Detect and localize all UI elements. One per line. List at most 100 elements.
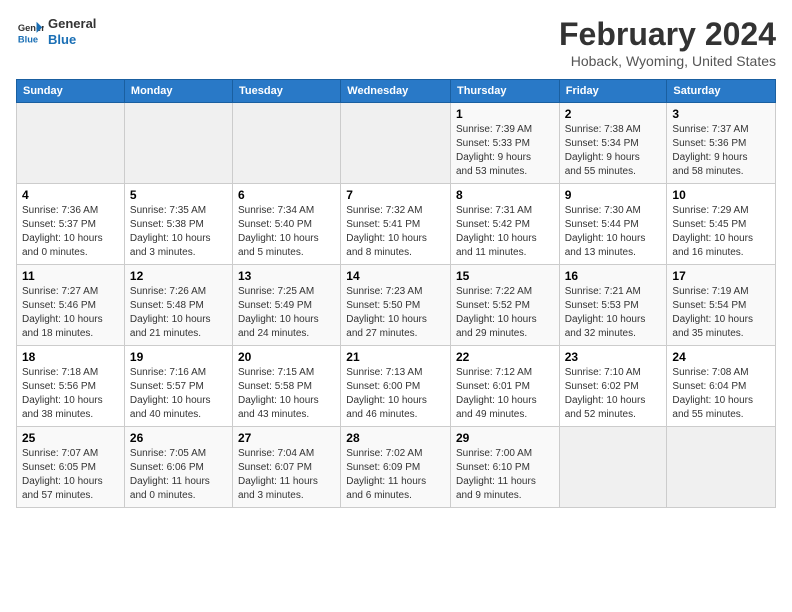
calendar-cell: 11Sunrise: 7:27 AM Sunset: 5:46 PM Dayli…: [17, 265, 125, 346]
header-thursday: Thursday: [450, 80, 559, 103]
day-number: 22: [456, 350, 554, 364]
cell-content: Sunrise: 7:30 AM Sunset: 5:44 PM Dayligh…: [565, 204, 662, 260]
cell-content: Sunrise: 7:32 AM Sunset: 5:41 PM Dayligh…: [346, 204, 445, 260]
cell-content: Sunrise: 7:18 AM Sunset: 5:56 PM Dayligh…: [22, 366, 119, 422]
month-title: February 2024: [559, 16, 776, 53]
day-number: 19: [130, 350, 227, 364]
cell-content: Sunrise: 7:35 AM Sunset: 5:38 PM Dayligh…: [130, 204, 227, 260]
svg-text:Blue: Blue: [18, 34, 38, 44]
cell-content: Sunrise: 7:23 AM Sunset: 5:50 PM Dayligh…: [346, 285, 445, 341]
calendar-cell: [667, 427, 776, 508]
calendar-cell: 15 Sunrise: 7:22 AM Sunset: 5:52 PM Dayli…: [450, 265, 559, 346]
header-sunday: Sunday: [17, 80, 125, 103]
cell-content: Sunrise: 7:16 AM Sunset: 5:57 PM Dayligh…: [130, 366, 227, 422]
calendar-cell: 24Sunrise: 7:08 AM Sunset: 6:04 PM Dayli…: [667, 346, 776, 427]
header-saturday: Saturday: [667, 80, 776, 103]
calendar-cell: 14 Sunrise: 7:23 AM Sunset: 5:50 PM Dayli…: [341, 265, 451, 346]
day-number: 16: [565, 269, 662, 283]
calendar-cell: 8 Sunrise: 7:31 AM Sunset: 5:42 PM Daylig…: [450, 184, 559, 265]
calendar-cell: [341, 103, 451, 184]
logo-icon: General Blue: [16, 18, 44, 46]
cell-content: Sunrise: 7:37 AM Sunset: 5:36 PM Dayligh…: [672, 123, 770, 179]
day-number: 4: [22, 188, 119, 202]
cell-content: Sunrise: 7:19 AM Sunset: 5:54 PM Dayligh…: [672, 285, 770, 341]
day-number: 3: [672, 107, 770, 121]
cell-content: Sunrise: 7:15 AM Sunset: 5:58 PM Dayligh…: [238, 366, 335, 422]
cell-content: Sunrise: 7:29 AM Sunset: 5:45 PM Dayligh…: [672, 204, 770, 260]
day-number: 17: [672, 269, 770, 283]
cell-content: Sunrise: 7:22 AM Sunset: 5:52 PM Dayligh…: [456, 285, 554, 341]
calendar-week-3: 11Sunrise: 7:27 AM Sunset: 5:46 PM Dayli…: [17, 265, 776, 346]
day-number: 1: [456, 107, 554, 121]
day-number: 21: [346, 350, 445, 364]
calendar-cell: [233, 103, 341, 184]
calendar-cell: 28 Sunrise: 7:02 AM Sunset: 6:09 PM Dayli…: [341, 427, 451, 508]
cell-content: Sunrise: 7:12 AM Sunset: 6:01 PM Dayligh…: [456, 366, 554, 422]
day-number: 12: [130, 269, 227, 283]
cell-content: Sunrise: 7:31 AM Sunset: 5:42 PM Dayligh…: [456, 204, 554, 260]
day-number: 8: [456, 188, 554, 202]
header-monday: Monday: [124, 80, 232, 103]
calendar-cell: [17, 103, 125, 184]
day-number: 28: [346, 431, 445, 445]
day-number: 6: [238, 188, 335, 202]
calendar-cell: 1 Sunrise: 7:39 AM Sunset: 5:33 PM Daylig…: [450, 103, 559, 184]
header-wednesday: Wednesday: [341, 80, 451, 103]
calendar-cell: 26 Sunrise: 7:05 AM Sunset: 6:06 PM Dayli…: [124, 427, 232, 508]
cell-content: Sunrise: 7:27 AM Sunset: 5:46 PM Dayligh…: [22, 285, 119, 341]
calendar-cell: 4 Sunrise: 7:36 AM Sunset: 5:37 PM Daylig…: [17, 184, 125, 265]
calendar-cell: 12Sunrise: 7:26 AM Sunset: 5:48 PM Dayli…: [124, 265, 232, 346]
cell-content: Sunrise: 7:02 AM Sunset: 6:09 PM Dayligh…: [346, 447, 445, 503]
day-number: 23: [565, 350, 662, 364]
calendar-cell: 18Sunrise: 7:18 AM Sunset: 5:56 PM Dayli…: [17, 346, 125, 427]
cell-content: Sunrise: 7:04 AM Sunset: 6:07 PM Dayligh…: [238, 447, 335, 503]
logo: General Blue General Blue: [16, 16, 96, 47]
calendar-cell: 10Sunrise: 7:29 AM Sunset: 5:45 PM Dayli…: [667, 184, 776, 265]
cell-content: Sunrise: 7:39 AM Sunset: 5:33 PM Dayligh…: [456, 123, 554, 179]
calendar-cell: 20 Sunrise: 7:15 AM Sunset: 5:58 PM Dayli…: [233, 346, 341, 427]
cell-content: Sunrise: 7:05 AM Sunset: 6:06 PM Dayligh…: [130, 447, 227, 503]
calendar-week-1: 1 Sunrise: 7:39 AM Sunset: 5:33 PM Daylig…: [17, 103, 776, 184]
calendar-cell: 5 Sunrise: 7:35 AM Sunset: 5:38 PM Daylig…: [124, 184, 232, 265]
day-number: 5: [130, 188, 227, 202]
location-title: Hoback, Wyoming, United States: [559, 53, 776, 69]
day-number: 14: [346, 269, 445, 283]
cell-content: Sunrise: 7:21 AM Sunset: 5:53 PM Dayligh…: [565, 285, 662, 341]
calendar-cell: 7Sunrise: 7:32 AM Sunset: 5:41 PM Daylig…: [341, 184, 451, 265]
cell-content: Sunrise: 7:00 AM Sunset: 6:10 PM Dayligh…: [456, 447, 554, 503]
calendar-week-5: 25Sunrise: 7:07 AM Sunset: 6:05 PM Dayli…: [17, 427, 776, 508]
calendar-cell: 27 Sunrise: 7:04 AM Sunset: 6:07 PM Dayli…: [233, 427, 341, 508]
calendar-table: Sunday Monday Tuesday Wednesday Thursday…: [16, 79, 776, 508]
day-number: 20: [238, 350, 335, 364]
header-friday: Friday: [559, 80, 667, 103]
calendar-week-2: 4 Sunrise: 7:36 AM Sunset: 5:37 PM Daylig…: [17, 184, 776, 265]
cell-content: Sunrise: 7:07 AM Sunset: 6:05 PM Dayligh…: [22, 447, 119, 503]
calendar-cell: 9Sunrise: 7:30 AM Sunset: 5:44 PM Daylig…: [559, 184, 667, 265]
days-header-row: Sunday Monday Tuesday Wednesday Thursday…: [17, 80, 776, 103]
cell-content: Sunrise: 7:13 AM Sunset: 6:00 PM Dayligh…: [346, 366, 445, 422]
calendar-cell: 2 Sunrise: 7:38 AM Sunset: 5:34 PM Daylig…: [559, 103, 667, 184]
calendar-cell: 19 Sunrise: 7:16 AM Sunset: 5:57 PM Dayli…: [124, 346, 232, 427]
day-number: 27: [238, 431, 335, 445]
cell-content: Sunrise: 7:38 AM Sunset: 5:34 PM Dayligh…: [565, 123, 662, 179]
page-header: General Blue General Blue February 2024 …: [16, 16, 776, 69]
day-number: 15: [456, 269, 554, 283]
calendar-cell: [124, 103, 232, 184]
calendar-cell: 3 Sunrise: 7:37 AM Sunset: 5:36 PM Daylig…: [667, 103, 776, 184]
calendar-week-4: 18Sunrise: 7:18 AM Sunset: 5:56 PM Dayli…: [17, 346, 776, 427]
cell-content: Sunrise: 7:08 AM Sunset: 6:04 PM Dayligh…: [672, 366, 770, 422]
calendar-cell: 6Sunrise: 7:34 AM Sunset: 5:40 PM Daylig…: [233, 184, 341, 265]
day-number: 13: [238, 269, 335, 283]
title-area: February 2024 Hoback, Wyoming, United St…: [559, 16, 776, 69]
day-number: 26: [130, 431, 227, 445]
calendar-cell: 23 Sunrise: 7:10 AM Sunset: 6:02 PM Dayli…: [559, 346, 667, 427]
cell-content: Sunrise: 7:36 AM Sunset: 5:37 PM Dayligh…: [22, 204, 119, 260]
day-number: 2: [565, 107, 662, 121]
calendar-cell: 17 Sunrise: 7:19 AM Sunset: 5:54 PM Dayli…: [667, 265, 776, 346]
header-tuesday: Tuesday: [233, 80, 341, 103]
calendar-cell: [559, 427, 667, 508]
logo-text: General Blue: [48, 16, 96, 47]
calendar-cell: 22 Sunrise: 7:12 AM Sunset: 6:01 PM Dayli…: [450, 346, 559, 427]
cell-content: Sunrise: 7:10 AM Sunset: 6:02 PM Dayligh…: [565, 366, 662, 422]
day-number: 29: [456, 431, 554, 445]
